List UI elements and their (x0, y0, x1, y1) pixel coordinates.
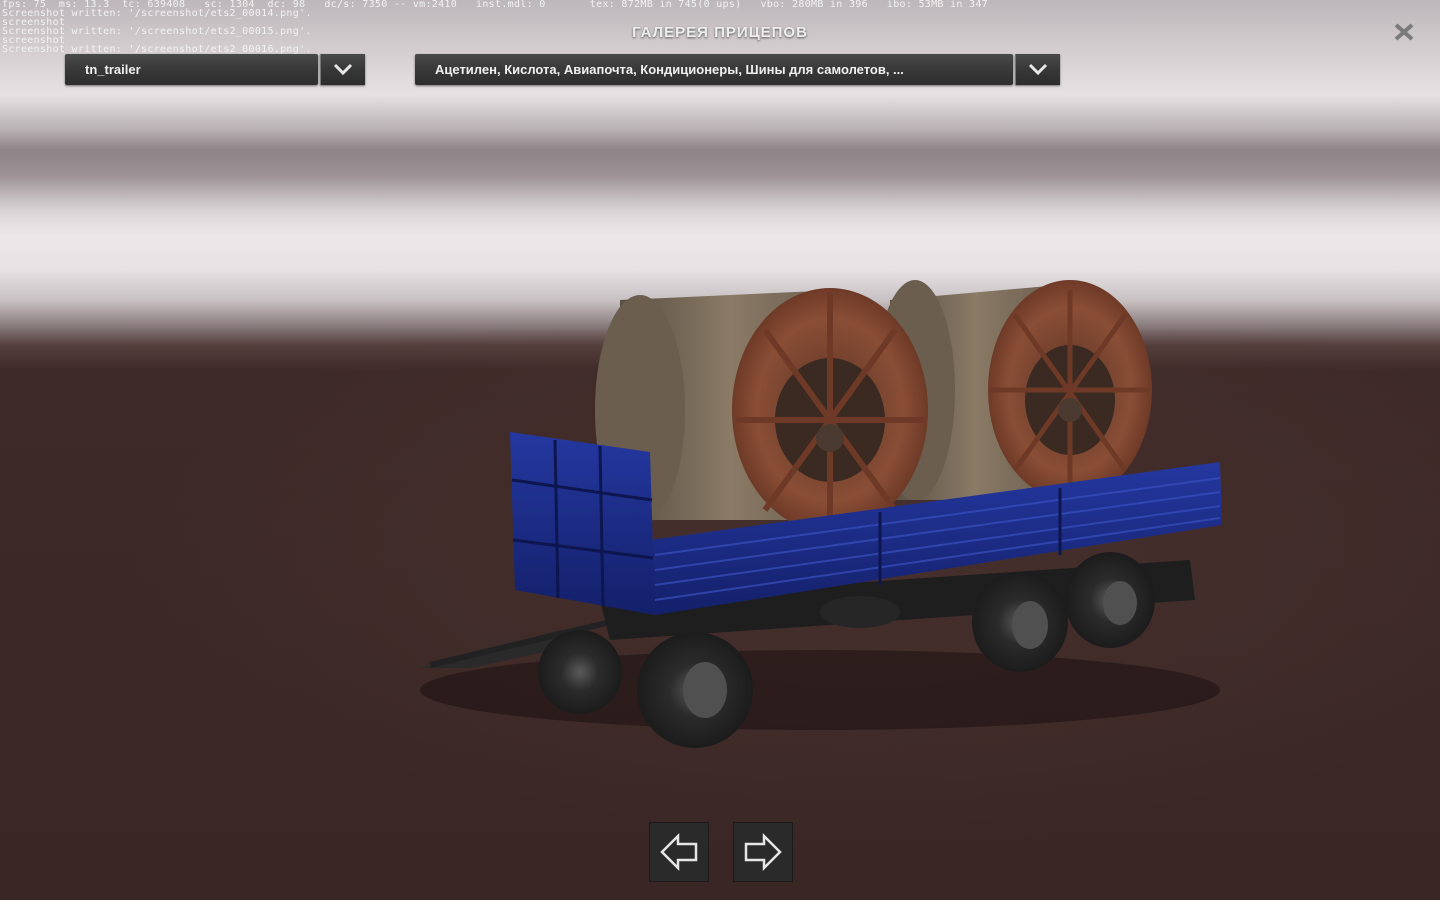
arrow-left-icon (660, 832, 698, 872)
prev-trailer-button[interactable] (649, 822, 709, 882)
debug-log-line: Screenshot written: '/screenshot/ets2_00… (2, 8, 312, 19)
trailer-select-toggle[interactable] (320, 54, 365, 85)
close-icon (1394, 23, 1414, 41)
arrow-right-icon (744, 832, 782, 872)
page-title: ГАЛЕРЕЯ ПРИЦЕПОВ (632, 24, 808, 41)
cargo-select-value: Ацетилен, Кислота, Авиапочта, Кондиционе… (435, 62, 904, 77)
next-trailer-button[interactable] (733, 822, 793, 882)
trailer-select[interactable]: tn_trailer (65, 54, 318, 85)
trailer-front-wall (510, 432, 655, 615)
chevron-down-icon (333, 63, 353, 76)
close-button[interactable] (1392, 22, 1416, 44)
trailer-preview (420, 280, 1222, 748)
trailer-select-value: tn_trailer (85, 62, 141, 77)
chevron-down-icon (1028, 63, 1048, 76)
cargo-select-toggle[interactable] (1015, 54, 1060, 85)
debug-log-line: Screenshot written: '/screenshot/ets2_00… (2, 44, 312, 55)
cargo-select[interactable]: Ацетилен, Кислота, Авиапочта, Кондиционе… (415, 54, 1013, 85)
